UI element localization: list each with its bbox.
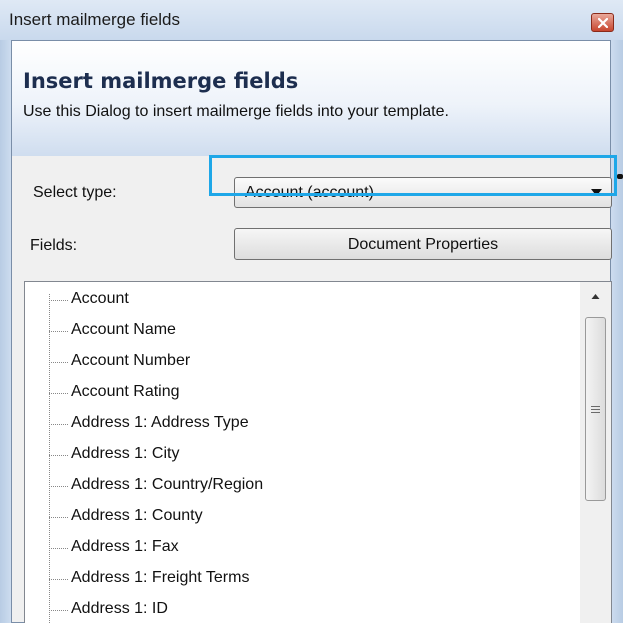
close-icon [598, 18, 608, 28]
close-button[interactable] [591, 13, 614, 32]
annotation-pointer [617, 174, 623, 179]
select-type-highlight-box [209, 155, 617, 196]
scroll-up-arrow-icon [591, 294, 600, 299]
window-title: Insert mailmerge fields [9, 10, 181, 29]
scroll-up-button[interactable] [580, 282, 611, 310]
fields-tree[interactable]: Account Account Name Account Number Acco… [24, 281, 612, 623]
dialog-body: Insert mailmerge fields Use this Dialog … [11, 40, 612, 623]
document-properties-button[interactable]: Document Properties [234, 228, 612, 260]
window-frame-left [0, 40, 11, 623]
vertical-scrollbar[interactable] [580, 282, 611, 623]
title-bar[interactable]: Insert mailmerge fields [0, 0, 623, 40]
document-properties-label: Document Properties [347, 236, 499, 253]
scrollbar-thumb[interactable] [585, 317, 606, 501]
banner-description: Use this Dialog to insert mailmerge fiel… [23, 103, 449, 120]
header-banner: Insert mailmerge fields Use this Dialog … [12, 41, 610, 156]
select-type-label: Select type: [33, 184, 117, 201]
banner-title: Insert mailmerge fields [23, 69, 299, 93]
mailmerge-dialog: Insert mailmerge fields Insert mailmerge… [0, 0, 623, 623]
window-frame-right [611, 40, 623, 623]
tree-connector-line [49, 294, 50, 623]
fields-label: Fields: [30, 237, 78, 254]
